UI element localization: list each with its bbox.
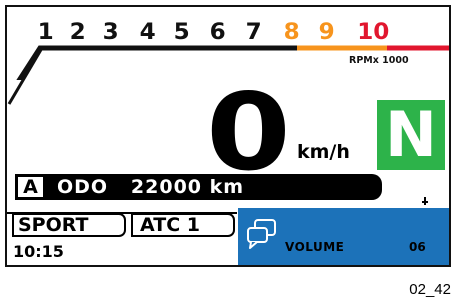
rpm-label-3: 3 [102,20,119,45]
speech-bubbles-icon [247,219,276,249]
volume-label: VOLUME [285,240,345,254]
small-marker-cross [422,201,428,203]
gear-value: N [385,98,437,171]
odometer-bar: A ODO 22000 km [15,174,382,200]
figure-caption: 02_42 [409,281,451,298]
rpm-label-7: 7 [245,20,262,45]
volume-value: 06 [409,240,426,254]
rpm-arc-start [7,47,44,105]
rpm-label-6: 6 [209,20,226,45]
speed-unit: km/h [297,141,350,163]
rpm-label-5: 5 [173,20,190,45]
speed-value: 0 [206,71,291,194]
rpm-label-2: 2 [69,20,86,45]
rpm-label-1: 1 [37,20,54,45]
rpm-label-4: 4 [139,20,156,45]
odometer-reading: ODO 22000 km [57,176,245,198]
ride-mode-box: SPORT [12,213,126,237]
traction-control-box: ATC 1 [131,213,235,237]
rpm-label-9: 9 [318,20,335,45]
gear-indicator: N [377,100,445,170]
rpm-label-8: 8 [283,20,300,45]
odometer-mode: A [18,177,43,198]
rpm-unit-label: RPMx 1000 [349,55,409,66]
clock: 10:15 [13,242,64,261]
rpm-label-10: 10 [357,20,390,45]
